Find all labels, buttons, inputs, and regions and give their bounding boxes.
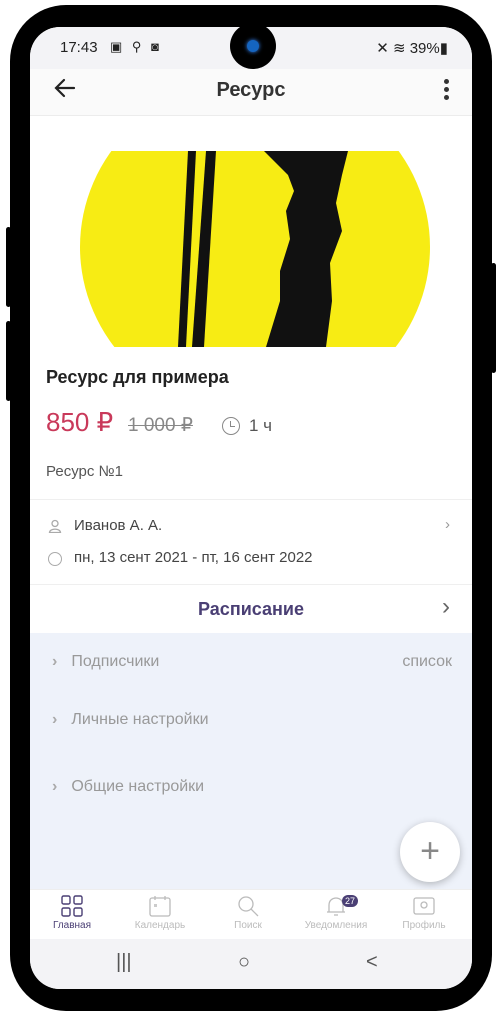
tab-label: Календарь — [134, 920, 186, 931]
tab-label: Профиль — [402, 920, 446, 931]
settings-item-label: Общие настройки — [71, 778, 205, 795]
power-button — [6, 321, 11, 401]
side-button — [491, 263, 496, 373]
front-camera — [230, 27, 276, 69]
tab-profile[interactable]: Профиль — [382, 895, 466, 931]
settings-item-label: Личные настройки — [71, 711, 209, 728]
tab-calendar[interactable]: Календарь — [118, 895, 202, 931]
person-icon — [48, 519, 62, 533]
mute-icon: ✕ — [376, 40, 389, 57]
bottom-tab-bar: Главная Календарь Поиск 27 Уведомления П… — [30, 889, 472, 940]
calendar-icon — [149, 896, 171, 917]
status-bar: 17:43 ▣ ⚲ ◙ ✕ ≋ 39%▮ — [30, 27, 472, 69]
battery-icon: ▮ — [439, 40, 448, 57]
chevron-right-icon: › — [52, 711, 58, 728]
chevron-right-icon: › — [52, 653, 58, 670]
profile-icon — [413, 897, 435, 915]
wifi-icon: ≋ — [392, 40, 406, 57]
status-right: ✕ ≋ 39%▮ — [376, 39, 448, 57]
chevron-right-icon: › — [445, 516, 450, 533]
home-button[interactable]: ○ — [238, 951, 250, 974]
clock-icon — [222, 417, 240, 435]
search-icon: ⚲ — [131, 39, 145, 54]
page-title: Ресурс — [216, 79, 286, 101]
settings-item-label: Подписчики — [71, 653, 160, 670]
resource-period: пн, 13 сент 2021 - пт, 16 сент 2022 — [74, 549, 313, 566]
system-back-button[interactable]: < — [366, 951, 378, 974]
app-bar: Ресурс — [30, 69, 472, 116]
resource-duration: 1 ч — [249, 416, 273, 435]
owner-name: Иванов А. А. — [74, 517, 163, 534]
resource-image — [80, 151, 430, 347]
resource-price: 850 ₽ — [46, 407, 114, 437]
notification-badge: 27 — [342, 895, 359, 907]
resource-number: Ресурс №1 — [46, 463, 123, 480]
resource-old-price: 1 000 ₽ — [128, 415, 193, 436]
volume-button — [6, 227, 11, 307]
recents-button[interactable]: ||| — [116, 951, 132, 974]
subscribers-list-link[interactable]: список — [402, 653, 452, 671]
tab-home[interactable]: Главная — [30, 895, 114, 931]
divider — [30, 499, 472, 500]
settings-item-general[interactable]: › Общие настройки — [52, 778, 204, 796]
more-menu-button[interactable] — [444, 79, 450, 103]
settings-item-subscribers[interactable]: › Подписчики — [52, 653, 159, 671]
add-button[interactable]: + — [400, 822, 460, 882]
clock-icon — [48, 552, 62, 566]
battery-level: 39% — [409, 40, 440, 57]
screen: 17:43 ▣ ⚲ ◙ ✕ ≋ 39%▮ Ресурс Ресурс для п… — [30, 27, 472, 989]
settings-item-personal[interactable]: › Личные настройки — [52, 711, 209, 729]
status-time: 17:43 — [60, 39, 98, 56]
grid-icon — [61, 895, 83, 917]
divider — [30, 584, 472, 585]
search-icon — [238, 896, 259, 917]
tab-label: Поиск — [234, 920, 262, 931]
chevron-right-icon: › — [52, 778, 58, 795]
resource-name: Ресурс для примера — [46, 367, 229, 387]
tab-label: Главная — [52, 920, 92, 931]
tab-label: Уведомления — [304, 920, 368, 931]
chevron-right-icon: › — [442, 593, 450, 620]
tab-search[interactable]: Поиск — [206, 895, 290, 931]
tab-notifications[interactable]: 27 Уведомления — [294, 895, 378, 931]
system-nav-bar: ||| ○ < — [30, 939, 472, 989]
schedule-label: Расписание — [198, 599, 304, 619]
square-icon: ◙ — [151, 39, 162, 54]
status-notification-icons: ▣ ⚲ ◙ — [110, 39, 162, 54]
